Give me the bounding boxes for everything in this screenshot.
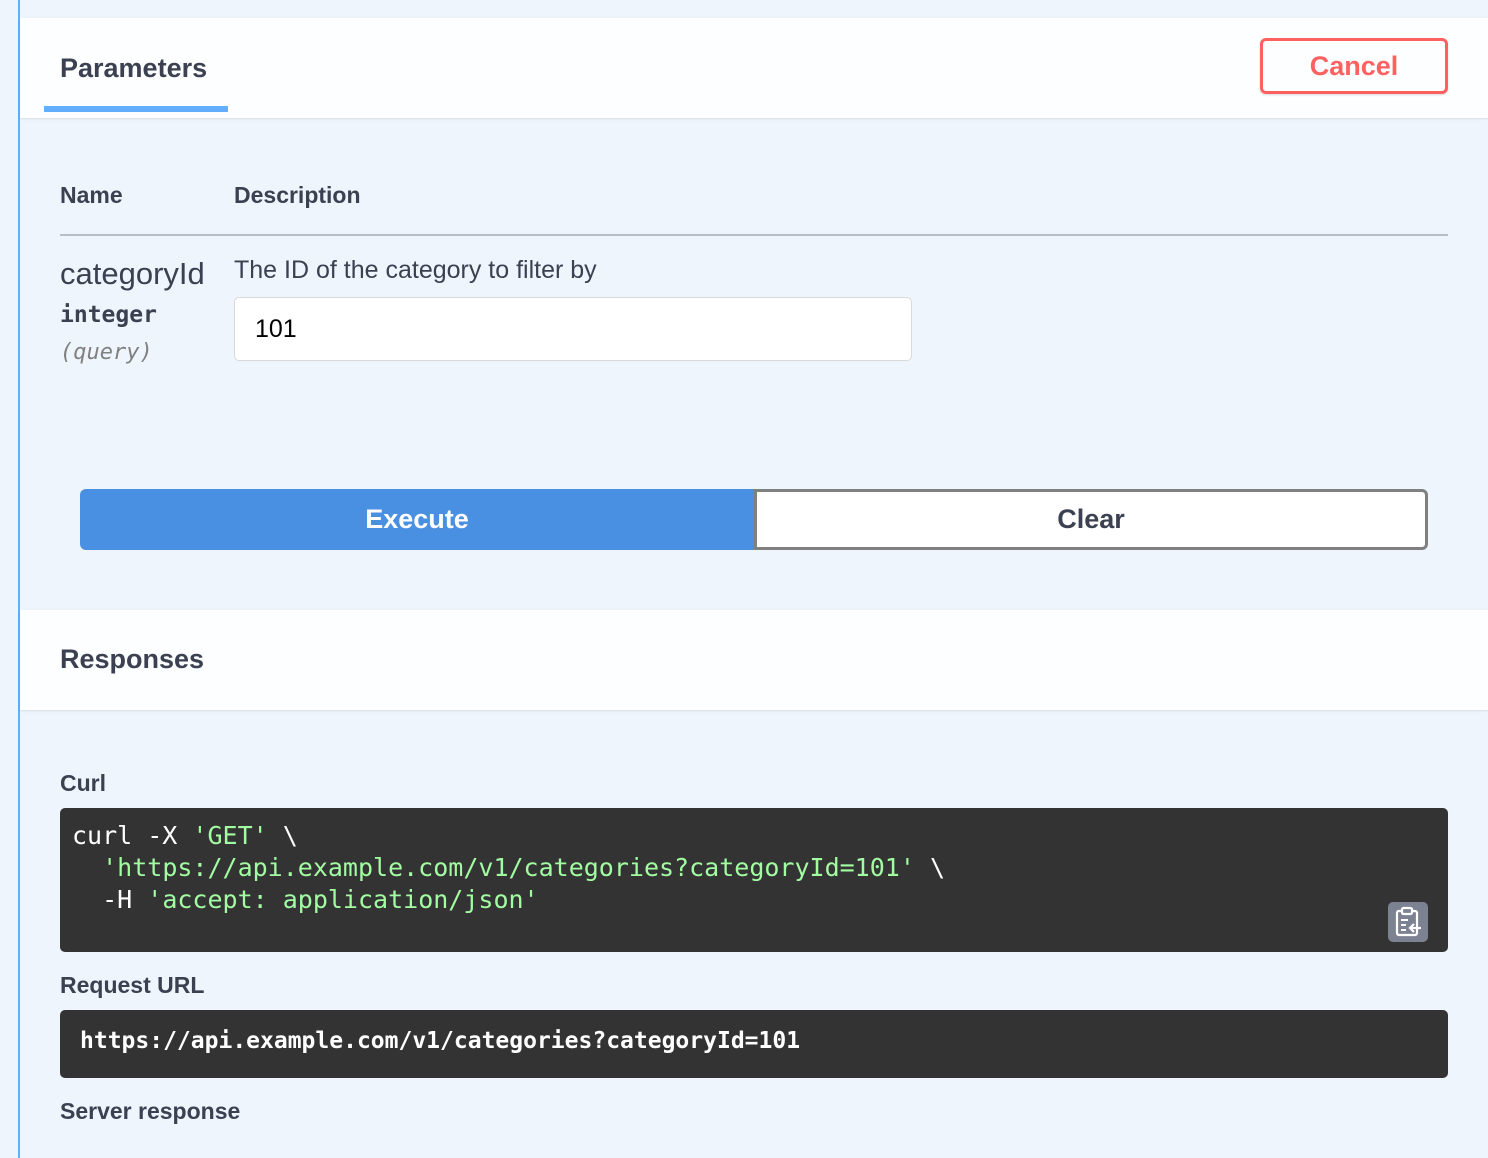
tab-parameters[interactable]: Parameters <box>60 53 207 84</box>
responses-header: Responses <box>20 610 1488 710</box>
top-strip <box>20 0 1488 18</box>
parameter-type: integer <box>60 302 157 328</box>
execute-clear-group: Execute Clear <box>80 489 1428 550</box>
curl-line-continuation: \ <box>267 821 298 850</box>
clipboard-copy-icon[interactable] <box>1388 902 1428 942</box>
request-url-label: Request URL <box>60 972 205 998</box>
curl-header-flag: -H <box>72 885 148 914</box>
execute-button[interactable]: Execute <box>80 489 754 550</box>
tab-active-indicator <box>44 106 228 112</box>
curl-header-value: 'accept: application/json' <box>147 885 539 914</box>
curl-line-3: -H 'accept: application/json' <box>72 884 1436 916</box>
parameter-description: The ID of the category to filter by <box>234 256 597 284</box>
clear-button[interactable]: Clear <box>754 489 1428 550</box>
operation-left-border <box>18 0 20 1158</box>
curl-line-continuation: \ <box>914 853 945 882</box>
curl-line-1: curl -X 'GET' \ <box>72 820 1436 852</box>
curl-code-block[interactable]: curl -X 'GET' \ 'https://api.example.com… <box>60 808 1448 952</box>
curl-line-2: 'https://api.example.com/v1/categories?c… <box>72 852 1436 884</box>
parameter-location: (query) <box>60 340 153 365</box>
curl-url: 'https://api.example.com/v1/categories?c… <box>102 853 915 882</box>
table-divider <box>60 234 1448 236</box>
request-url-value: https://api.example.com/v1/categories?ca… <box>80 1028 801 1054</box>
clipboard-copy-icon-graphic <box>1395 906 1421 937</box>
category-id-input[interactable] <box>234 297 912 361</box>
column-header-description: Description <box>234 182 361 208</box>
curl-indent <box>72 853 102 882</box>
curl-label: Curl <box>60 770 106 796</box>
cancel-button[interactable]: Cancel <box>1260 38 1448 94</box>
curl-method: 'GET' <box>192 821 268 850</box>
server-response-label: Server response <box>60 1098 241 1124</box>
parameter-name: categoryId <box>60 256 205 291</box>
parameters-header: Parameters Cancel <box>20 18 1488 118</box>
responses-title: Responses <box>60 644 205 674</box>
column-header-name: Name <box>60 182 123 208</box>
request-url-block[interactable]: https://api.example.com/v1/categories?ca… <box>60 1010 1448 1078</box>
curl-command: curl -X <box>72 821 193 850</box>
